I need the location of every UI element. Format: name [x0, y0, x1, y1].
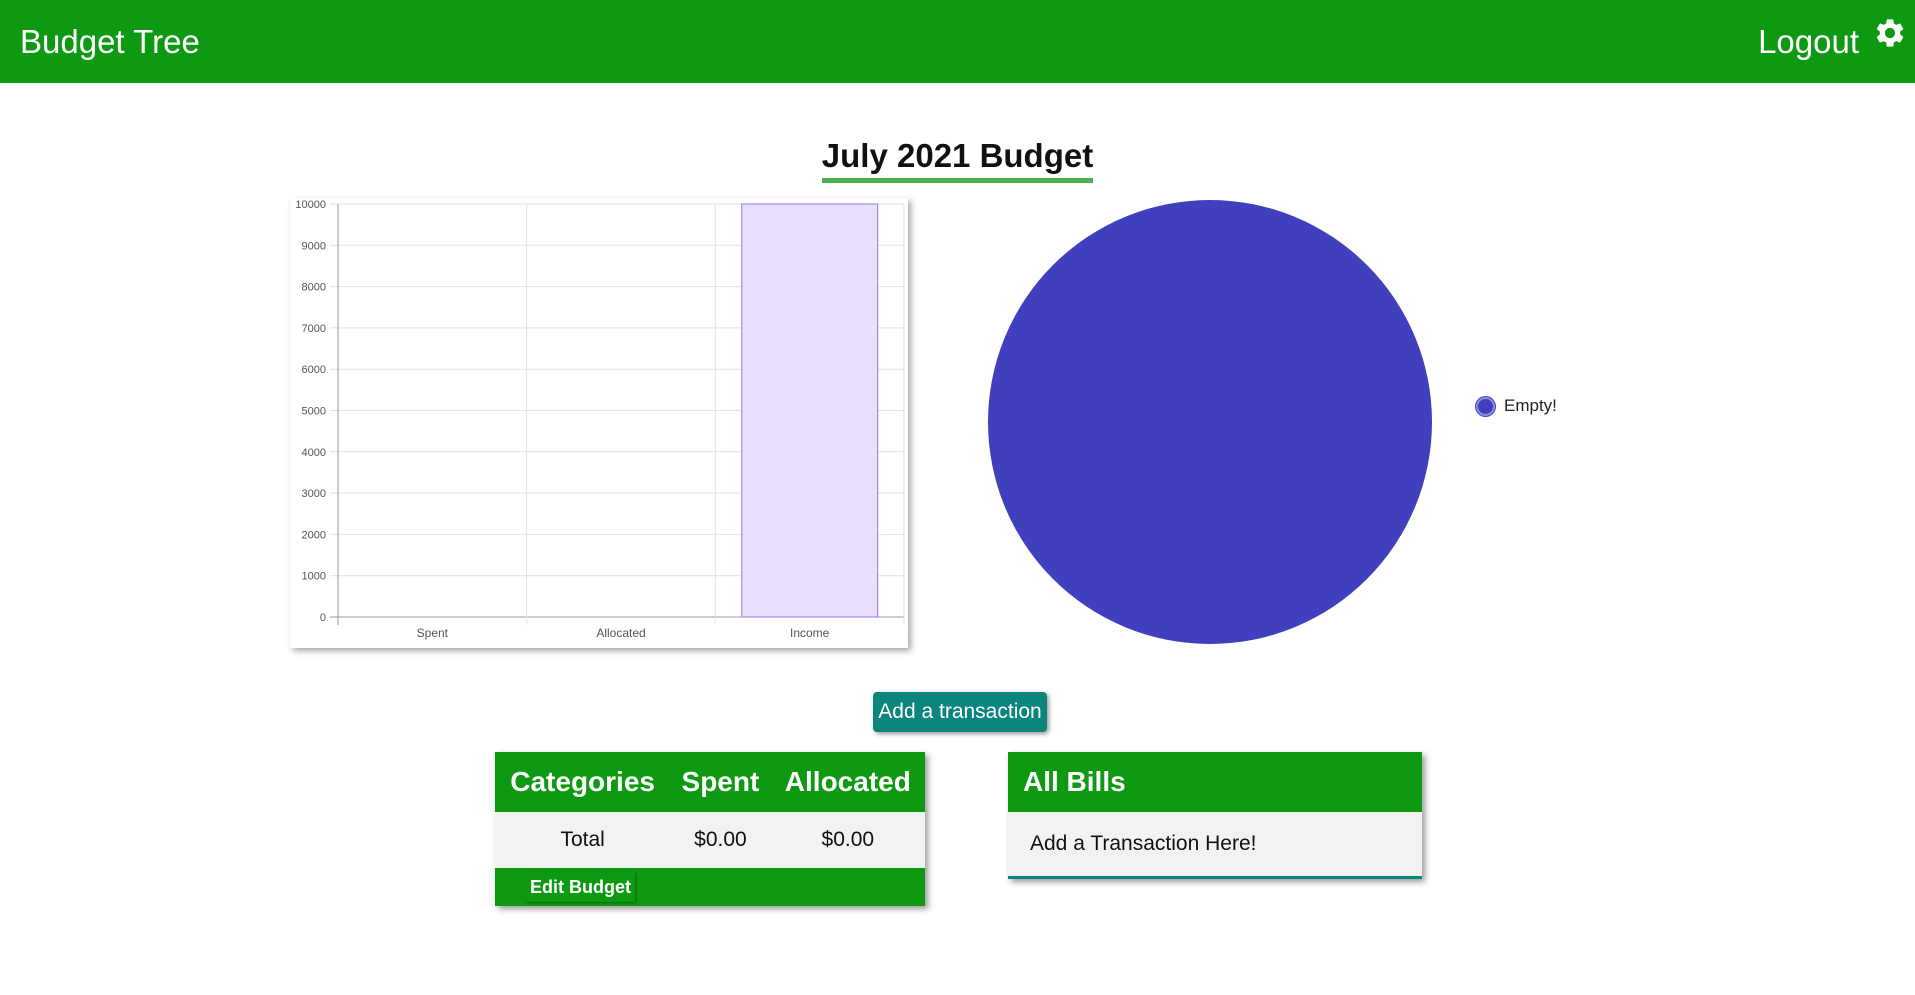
table-row: Total $0.00 $0.00 [495, 812, 925, 868]
bar-chart: 0 1000 2000 3000 4000 5000 6000 7000 8000 9000 100… [295, 199, 905, 640]
row-allocated: $0.00 [821, 828, 875, 851]
page-title-wrap: July 2021 Budget [0, 136, 1915, 183]
brand-title[interactable]: Budget Tree [20, 22, 200, 62]
bar-income[interactable] [741, 203, 879, 618]
y-tick-label: 5000 [302, 406, 326, 418]
header-allocated: Allocated [770, 752, 925, 812]
legend-label: Empty! [1504, 396, 1557, 415]
logout-link[interactable]: Logout [1758, 22, 1859, 62]
y-tick-label: 10000 [295, 199, 326, 211]
budget-table-card: Categories Spent Allocated Total $0.00 $… [495, 752, 925, 906]
y-tick-label: 1000 [302, 571, 326, 583]
bills-card: All Bills Add a Transaction Here! [1008, 752, 1422, 879]
bills-empty-message[interactable]: Add a Transaction Here! [1008, 812, 1422, 876]
bar-chart-card: 0 1000 2000 3000 4000 5000 6000 7000 8000 9000 100… [290, 198, 908, 648]
legend-swatch [1476, 396, 1495, 416]
edit-budget-button[interactable]: Edit Budget [526, 872, 635, 902]
x-tick-label: Allocated [596, 626, 645, 640]
budget-table-header: Categories Spent Allocated [495, 752, 925, 812]
header-categories: Categories [495, 752, 671, 812]
pie-legend[interactable]: Empty! [1476, 396, 1557, 416]
row-spent: $0.00 [694, 828, 747, 851]
header-spent: Spent [670, 752, 771, 812]
y-tick-label: 9000 [302, 240, 326, 252]
pie-slice[interactable] [988, 200, 1432, 644]
y-tick-label: 8000 [302, 282, 326, 294]
y-tick-label: 7000 [302, 323, 326, 335]
top-navbar: Budget Tree Logout [0, 0, 1915, 83]
x-tick-label: Spent [417, 626, 449, 640]
y-tick-label: 0 [320, 612, 326, 624]
y-tick-label: 6000 [302, 364, 326, 376]
y-tick-label: 4000 [302, 447, 326, 459]
budget-table: Categories Spent Allocated Total $0.00 $… [495, 752, 925, 868]
row-category: Total [560, 828, 605, 851]
pie-chart-card [980, 195, 1580, 655]
page-title: July 2021 Budget [821, 136, 1094, 183]
y-tick-label: 2000 [302, 529, 326, 541]
x-tick-label: Income [790, 626, 830, 640]
y-tick-label: 3000 [302, 488, 326, 500]
add-transaction-button[interactable]: Add a transaction [873, 692, 1047, 732]
pie-chart [988, 200, 1432, 644]
edit-budget-row: Edit Budget [495, 868, 925, 906]
bills-title: All Bills [1008, 752, 1422, 812]
gear-icon[interactable] [1873, 16, 1907, 50]
